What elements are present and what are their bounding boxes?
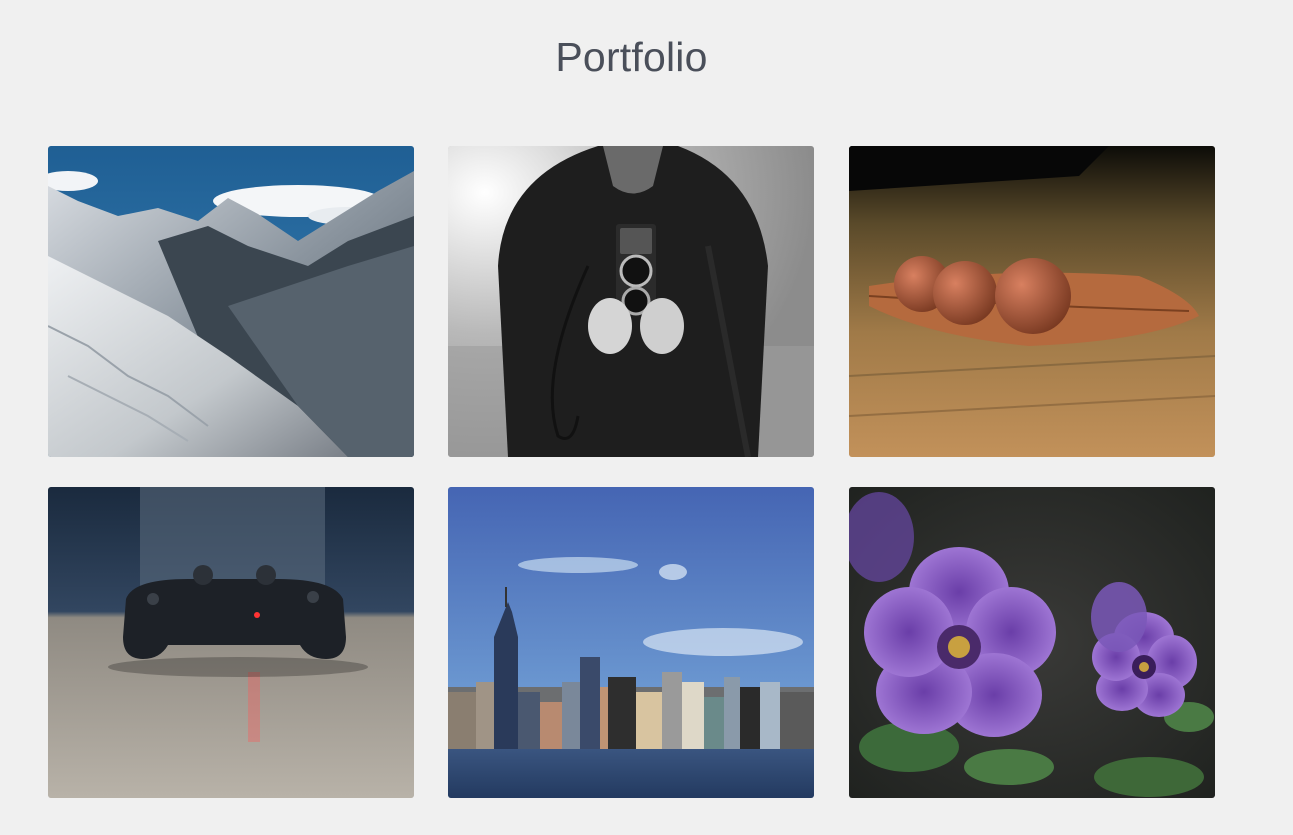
city-skyline-image	[448, 487, 814, 798]
vintage-camera-image	[448, 146, 814, 457]
portfolio-grid	[48, 146, 1216, 798]
acorns-on-leaf-image	[849, 146, 1215, 457]
portfolio-item-game-controller[interactable]	[48, 487, 414, 798]
portfolio-item-purple-flowers[interactable]	[849, 487, 1215, 798]
page-title: Portfolio	[555, 34, 708, 80]
purple-flowers-image	[849, 487, 1215, 798]
portfolio-item-mountains[interactable]	[48, 146, 414, 457]
portfolio-item-acorns-on-leaf[interactable]	[849, 146, 1215, 457]
portfolio-item-city-skyline[interactable]	[448, 487, 814, 798]
mountains-image	[48, 146, 414, 457]
game-controller-image	[48, 487, 414, 798]
portfolio-item-vintage-camera[interactable]	[448, 146, 814, 457]
